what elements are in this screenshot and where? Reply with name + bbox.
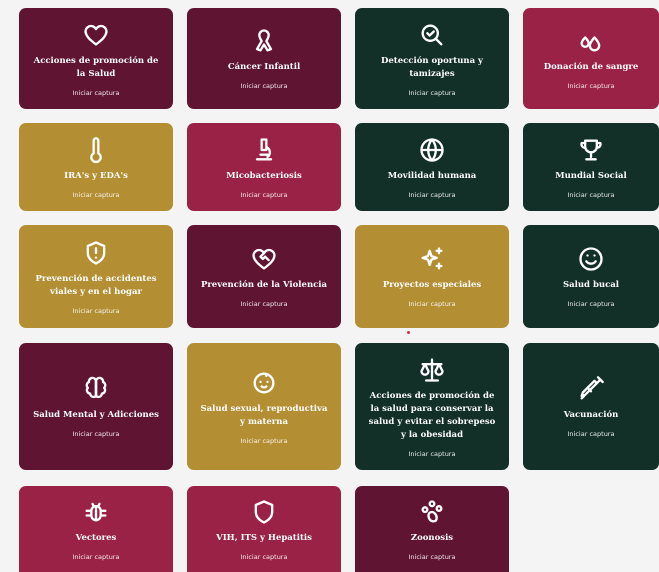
search-check-icon xyxy=(418,21,446,49)
card-title: Proyectos especiales xyxy=(382,280,482,290)
card-title: Prevención de accidentes viales y en el … xyxy=(35,273,157,297)
droplets-icon xyxy=(577,27,605,55)
card-acciones-promocion-salud[interactable]: Acciones de promoción de la Salud Inicia… xyxy=(19,8,173,109)
card-salud-bucal[interactable]: Salud bucal Iniciar captura xyxy=(523,225,659,328)
smile-icon xyxy=(577,245,605,273)
scale-icon xyxy=(418,356,446,384)
card-action[interactable]: Iniciar captura xyxy=(241,300,288,308)
microscope-icon xyxy=(250,136,278,164)
card-acciones-sobrepeso-obesidad[interactable]: Acciones de promoción de la salud para c… xyxy=(355,343,509,470)
card-title: Cáncer Infantil xyxy=(227,62,301,72)
card-vectores[interactable]: Vectores Iniciar captura xyxy=(19,486,173,572)
card-salud-sexual[interactable]: Salud sexual, reproductiva y materna Ini… xyxy=(187,343,341,470)
card-action[interactable]: Iniciar captura xyxy=(568,430,615,438)
thermometer-icon xyxy=(82,136,110,164)
card-action[interactable]: Iniciar captura xyxy=(568,300,615,308)
card-action[interactable]: Iniciar captura xyxy=(409,89,456,97)
card-title: Donación de sangre xyxy=(543,62,639,72)
card-action[interactable]: Iniciar captura xyxy=(409,553,456,561)
card-action[interactable]: Iniciar captura xyxy=(241,437,288,445)
card-title: Salud Mental y Adicciones xyxy=(33,410,159,420)
card-title: VIH, ITS y Hepatitis xyxy=(216,532,312,543)
card-proyectos-especiales[interactable]: Proyectos especiales Iniciar captura xyxy=(355,225,509,328)
shield-alert-icon xyxy=(82,239,110,267)
bug-icon xyxy=(82,498,110,526)
card-action[interactable]: Iniciar captura xyxy=(73,89,120,97)
paw-icon xyxy=(418,498,446,526)
card-mundial-social[interactable]: Mundial Social Iniciar captura xyxy=(523,123,659,211)
card-vacunacion[interactable]: Vacunación Iniciar captura xyxy=(523,343,659,470)
card-title: IRA's y EDA's xyxy=(64,170,128,181)
card-action[interactable]: Iniciar captura xyxy=(241,191,288,199)
card-action[interactable]: Iniciar captura xyxy=(568,82,615,90)
ribbon-icon xyxy=(250,27,278,55)
card-iras-edas[interactable]: IRA's y EDA's Iniciar captura xyxy=(19,123,173,211)
card-title: Vectores xyxy=(75,532,117,543)
card-title: Micobacteriosis xyxy=(226,170,302,181)
globe-icon xyxy=(418,136,446,164)
syringe-icon xyxy=(577,375,605,403)
shield-icon xyxy=(250,498,278,526)
card-vih-its-hepatitis[interactable]: VIH, ITS y Hepatitis Iniciar captura xyxy=(187,486,341,572)
card-action[interactable]: Iniciar captura xyxy=(409,191,456,199)
card-title: Mundial Social xyxy=(555,170,627,181)
card-title: Acciones de promoción de la Salud xyxy=(33,55,159,79)
card-cancer-infantil[interactable]: Cáncer Infantil Iniciar captura xyxy=(187,8,341,109)
trophy-icon xyxy=(577,136,605,164)
card-deteccion-oportuna[interactable]: Detección oportuna y tamizajes Iniciar c… xyxy=(355,8,509,109)
card-title: Salud bucal xyxy=(563,280,619,290)
card-title: Prevención de la Violencia xyxy=(200,280,328,290)
card-title: Salud sexual, reproductiva y materna xyxy=(200,403,328,427)
card-action[interactable]: Iniciar captura xyxy=(73,307,120,315)
card-micobacteriosis[interactable]: Micobacteriosis Iniciar captura xyxy=(187,123,341,211)
card-action[interactable]: Iniciar captura xyxy=(73,191,120,199)
card-donacion-sangre[interactable]: Donación de sangre Iniciar captura xyxy=(523,8,659,109)
brain-icon xyxy=(82,375,110,403)
card-action[interactable]: Iniciar captura xyxy=(241,553,288,561)
card-prevencion-violencia[interactable]: Prevención de la Violencia Iniciar captu… xyxy=(187,225,341,328)
card-action[interactable]: Iniciar captura xyxy=(568,191,615,199)
card-title: Detección oportuna y tamizajes xyxy=(381,55,483,79)
card-title: Movilidad humana xyxy=(387,170,477,181)
card-action[interactable]: Iniciar captura xyxy=(409,450,456,458)
card-zoonosis[interactable]: Zoonosis Iniciar captura xyxy=(355,486,509,572)
heart-icon xyxy=(82,21,110,49)
sparkles-icon xyxy=(418,245,446,273)
card-action[interactable]: Iniciar captura xyxy=(73,430,120,438)
card-prevencion-accidentes[interactable]: Prevención de accidentes viales y en el … xyxy=(19,225,173,328)
baby-icon xyxy=(250,369,278,397)
card-action[interactable]: Iniciar captura xyxy=(409,300,456,308)
heart-handshake-icon xyxy=(250,245,278,273)
card-title: Zoonosis xyxy=(410,532,454,543)
card-title: Vacunación xyxy=(563,410,619,420)
card-salud-mental[interactable]: Salud Mental y Adicciones Iniciar captur… xyxy=(19,343,173,470)
card-title: Acciones de promoción de la salud para c… xyxy=(368,390,496,440)
decorative-dot xyxy=(407,331,410,334)
card-action[interactable]: Iniciar captura xyxy=(241,82,288,90)
card-movilidad-humana[interactable]: Movilidad humana Iniciar captura xyxy=(355,123,509,211)
card-action[interactable]: Iniciar captura xyxy=(73,553,120,561)
